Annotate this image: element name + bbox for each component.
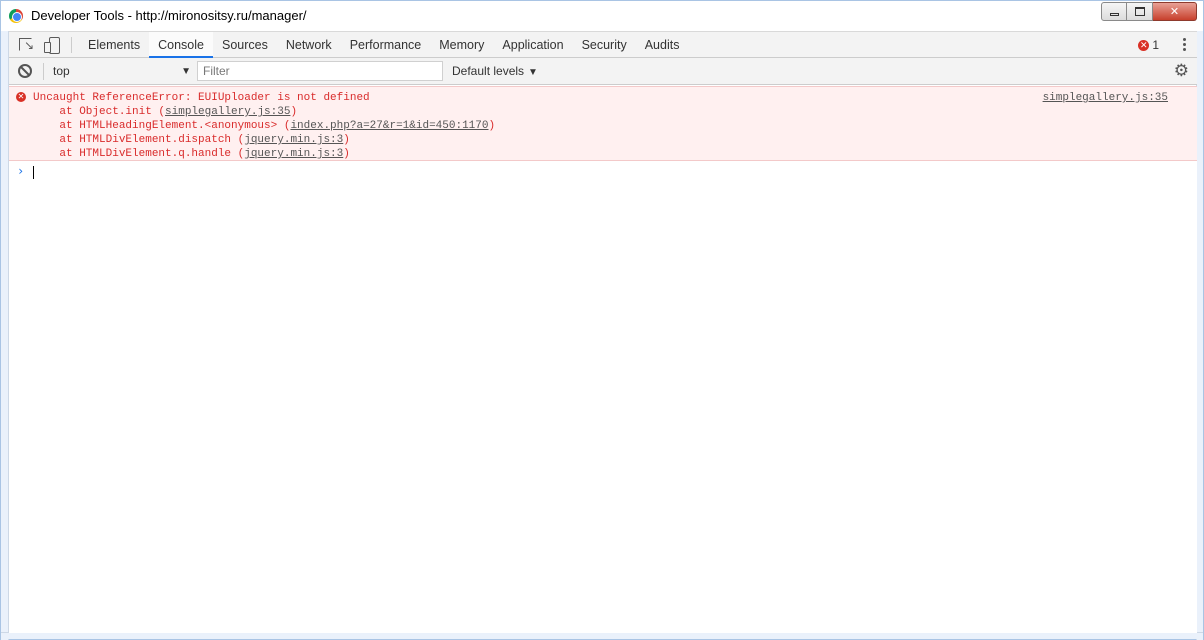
tab-security[interactable]: Security xyxy=(573,32,636,58)
console-toolbar: top ▼ Default levels▼ ⚙ xyxy=(9,58,1197,85)
stack-frame-text: at HTMLDivElement.dispatch ( xyxy=(33,134,245,146)
error-icon: ✕ xyxy=(1138,39,1150,51)
stack-frame-link[interactable]: simplegallery.js:35 xyxy=(165,106,290,118)
title-bar: Developer Tools - http://mironositsy.ru/… xyxy=(1,1,1203,31)
tab-memory[interactable]: Memory xyxy=(430,32,493,58)
chrome-logo-icon xyxy=(9,9,23,23)
stack-frame: at HTMLHeadingElement.<anonymous> (index… xyxy=(33,119,495,133)
stack-frame-text: at HTMLHeadingElement.<anonymous> ( xyxy=(33,120,291,132)
tab-console[interactable]: Console xyxy=(149,32,213,58)
dropdown-arrow-icon: ▼ xyxy=(181,66,191,77)
stack-frame: at HTMLDivElement.q.handle (jquery.min.j… xyxy=(33,147,350,161)
tab-sources[interactable]: Sources xyxy=(213,32,277,58)
tab-performance[interactable]: Performance xyxy=(341,32,431,58)
inspect-element-icon[interactable] xyxy=(17,36,35,54)
log-levels-label: Default levels xyxy=(452,64,525,78)
error-counter[interactable]: ✕ 1 xyxy=(1138,38,1159,52)
devtools-window: Developer Tools - http://mironositsy.ru/… xyxy=(0,0,1204,640)
text-caret xyxy=(33,166,34,179)
console-output: ✕ Uncaught ReferenceError: EUIUploader i… xyxy=(9,86,1197,633)
dropdown-arrow-icon: ▼ xyxy=(528,67,538,78)
maximize-button[interactable] xyxy=(1127,2,1153,21)
tab-audits[interactable]: Audits xyxy=(636,32,689,58)
stack-frame-suffix: ) xyxy=(343,148,350,160)
error-source-link[interactable]: simplegallery.js:35 xyxy=(1043,91,1168,105)
error-icon: ✕ xyxy=(16,92,26,102)
stack-frame-text: at HTMLDivElement.q.handle ( xyxy=(33,148,245,160)
prompt-chevron-icon: › xyxy=(17,164,25,178)
more-options-icon[interactable] xyxy=(1181,38,1187,52)
error-message: ✕ Uncaught ReferenceError: EUIUploader i… xyxy=(9,86,1197,161)
context-value: top xyxy=(53,64,70,78)
stack-frame-link[interactable]: index.php?a=27&r=1&id=450:1170 xyxy=(290,120,488,132)
filter-input[interactable] xyxy=(197,61,443,81)
maximize-icon xyxy=(1134,7,1145,16)
context-selector[interactable]: top ▼ xyxy=(47,61,191,82)
panel-tabs: Elements Console Sources Network Performance… xyxy=(79,32,688,58)
devtools-tab-bar: ElementsConsoleSourcesNetworkPerformance… xyxy=(9,31,1197,58)
error-count: 1 xyxy=(1152,38,1159,52)
toolbar-divider xyxy=(43,63,44,80)
window-controls: ✕ xyxy=(1101,2,1197,22)
stack-frame: at HTMLDivElement.dispatch (jquery.min.j… xyxy=(33,133,350,147)
tab-application[interactable]: Application xyxy=(493,32,572,58)
clear-console-icon[interactable] xyxy=(18,64,32,78)
console-prompt[interactable]: › xyxy=(9,162,1197,182)
stack-frame-suffix: ) xyxy=(488,120,496,132)
device-toolbar-icon[interactable] xyxy=(43,36,61,54)
window-frame-right xyxy=(1196,31,1203,640)
error-text: Uncaught ReferenceError: EUIUploader is … xyxy=(33,92,370,104)
stack-frame-link[interactable]: jquery.min.js:3 xyxy=(244,148,343,160)
minimize-button[interactable] xyxy=(1101,2,1127,21)
close-button[interactable]: ✕ xyxy=(1153,2,1197,21)
window-frame-left xyxy=(1,31,9,640)
tab-network[interactable]: Network xyxy=(277,32,341,58)
gear-icon[interactable]: ⚙ xyxy=(1174,62,1189,80)
tab-elements[interactable]: Elements xyxy=(79,32,149,58)
window-title: Developer Tools - http://mironositsy.ru/… xyxy=(31,8,307,23)
stack-frame-suffix: ) xyxy=(343,134,350,146)
minimize-icon xyxy=(1109,13,1119,16)
stack-frame-text: at Object.init ( xyxy=(33,106,166,118)
close-icon: ✕ xyxy=(1169,6,1180,18)
stack-frame-suffix: ) xyxy=(290,106,298,118)
stack-frame-link[interactable]: jquery.min.js:3 xyxy=(244,134,343,146)
tab-divider xyxy=(71,37,72,53)
window-frame-bottom xyxy=(1,632,1203,639)
stack-frame: at Object.init (simplegallery.js:35) xyxy=(33,105,297,119)
log-levels-dropdown[interactable]: Default levels ▼ xyxy=(452,61,538,82)
